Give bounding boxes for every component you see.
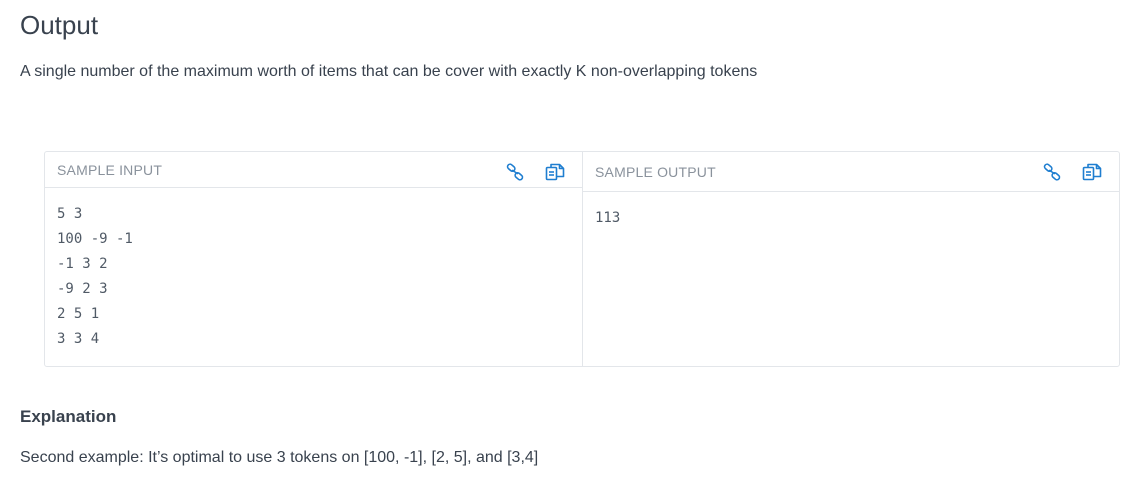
sample-output-label: SAMPLE OUTPUT <box>595 163 716 180</box>
explanation-text: Second example: It’s optimal to use 3 to… <box>20 449 539 466</box>
sample-io-panel: SAMPLE INPUT 5 3 100 -9 -1 -1 3 2 -9 2 3… <box>44 151 1120 367</box>
sample-output-column: SAMPLE OUTPUT 113 <box>583 152 1119 366</box>
copy-icon[interactable] <box>1081 161 1103 183</box>
sample-input-content[interactable]: 5 3 100 -9 -1 -1 3 2 -9 2 3 2 5 1 3 3 4 <box>45 188 582 366</box>
copy-icon[interactable] <box>544 161 566 183</box>
sample-output-actions <box>1041 161 1103 183</box>
sample-output-content[interactable]: 113 <box>583 192 1119 245</box>
link-icon[interactable] <box>504 161 526 183</box>
sample-output-header: SAMPLE OUTPUT <box>583 152 1119 192</box>
explanation-heading: Explanation <box>20 407 117 426</box>
sample-input-label: SAMPLE INPUT <box>57 161 163 178</box>
link-icon[interactable] <box>1041 161 1063 183</box>
sample-input-column: SAMPLE INPUT 5 3 100 -9 -1 -1 3 2 -9 2 3… <box>45 152 583 366</box>
output-heading: Output <box>20 10 99 40</box>
sample-input-actions <box>504 161 566 183</box>
sample-input-header: SAMPLE INPUT <box>45 152 582 188</box>
output-description: A single number of the maximum worth of … <box>20 63 758 80</box>
